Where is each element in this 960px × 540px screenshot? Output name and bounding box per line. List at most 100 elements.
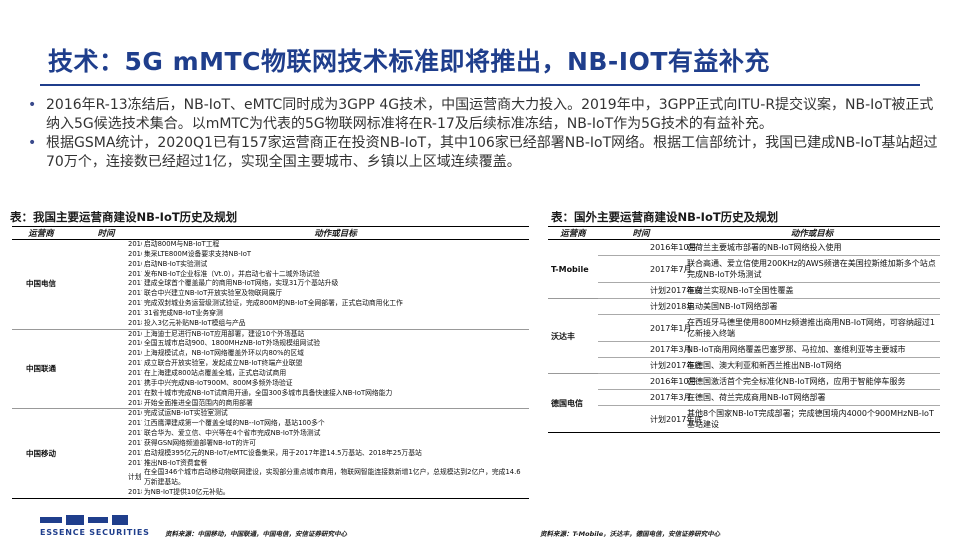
table-row: 2018年为NB-IoT提供10亿元补贴。 [12,488,529,499]
time-cell: 2016年5月 [128,339,142,348]
time-cell: 计划2017年底 [598,405,702,433]
action-cell: 获得GSN网络频道部署NB-IoT的许可 [144,438,256,447]
table-row: 2017年11月在数十城市完成NB-IoT试商用开通，全国300多城市具备快速接… [12,389,529,399]
time-cell: 2016年8月 [128,240,142,248]
company-logo: ESSENCE SECURITIES [40,514,160,540]
bullet-text: 根据GSMA统计，2020Q1已有157家运营商正在投资NB-IoT，其中106… [46,135,938,170]
action-cell: 启动800M与NB-IoT工程 [144,240,220,248]
table-row: 中国电信 2016年8月启动800M与NB-IoT工程 [12,239,529,330]
table-row: 2016年12月上海规模试点，NB-IoT网络覆盖外环以内80%的区域 [12,349,529,359]
action-cell: 上海规模试点，NB-IoT网络覆盖外环以内80%的区域 [144,349,304,358]
bullet-item: • 根据GSMA统计，2020Q1已有157家运营商正在投资NB-IoT，其中1… [20,134,940,172]
operator-cell: 中国联通 [12,329,70,410]
action-cell: 联合华为、爱立信、中兴等在4个省市完成NB-IoT外场测试 [144,429,321,438]
operator-cell: 沃达丰 [548,298,598,374]
action-cell: 为NB-IoT提供10亿元补贴。 [142,488,529,499]
time-cell: 2017年1月 [128,269,142,278]
header-action: 动作或目标 [684,226,940,240]
time-cell: 2017年8月 [128,448,142,457]
action-cell: 推出NB-IoT资费套餐 [144,458,208,467]
time-cell: 2016年12月 [128,349,142,358]
action-cell: 江西鹰潭建成第一个覆盖全域的NB--IoT网络，基站100多个 [144,419,325,428]
bullet-text: 2016年R-13冻结后，NB-IoT、eMTC同时成为3GPP 4G技术，中国… [46,97,934,132]
table-row: 2016年5月全国五城市启动900、1800MHzNB-IoT外场规模组网试验 [12,339,529,349]
table-row: 2017年6月携手中兴完成NB-IoT900M、800M多频外场验证 [12,379,529,389]
time-cell: 2017年4月 [128,429,142,438]
action-cell: 开始全面推进全国范围内的商用部署 [142,398,529,410]
table-row: 2017年4月联合华为、爱立信、中兴等在4个省市完成NB-IoT外场测试 [12,429,529,439]
time-cell: 2017年11月 [128,458,142,467]
header-action: 动作或目标 [142,226,529,240]
table-row: 2017年3月 NB-IoT商用网络覆盖巴塞罗那、马拉加、塞维利亚等主要城市 [548,341,940,358]
table-row: 2017年5月建成全球首个覆盖最广的商用NB-IoT网络，实现31万个基站升级 [12,279,529,289]
foreign-table-container: 运营商 时间 动作或目标 T-Mobile 2016年10月 在荷兰主要城市部署的N… [548,226,940,433]
action-cell: 在数十城市完成NB-IoT试商用开通，全国300多城市具备快速接入NB-IoT网… [144,388,393,397]
table-row: 2017年7月31省完成NB-IoT业务穿测 [12,309,529,319]
table-row: 计划2017年底 在荷兰实现NB-IoT全国性覆盖 [548,282,940,299]
table-row: 2017年6月联合中兴建立NB-IoT开放实验室及物联网展厅 [12,289,529,299]
time-cell: 2017年6月 [128,299,142,308]
time-cell: 计划2017年底 [598,357,702,374]
action-cell: 完成双封城业务运营级测试验证，完成800M的NB-IoT全网部署，正式启动商用化… [144,299,403,308]
time-cell: 2017年6月 [128,438,142,447]
action-cell: 成立联合开放实验室，发起成立NB-IoT终端产业联盟 [144,359,303,368]
action-cell: 携手中兴完成NB-IoT900M、800M多频外场验证 [144,378,293,387]
foreign-table-title: 表：国外主要运营商建设NB-IoT历史及规划 [551,210,779,224]
action-cell: 完成试运NB-IoT实验室测试 [144,409,228,418]
action-cell: 31省完成NB-IoT业务穿测 [144,308,223,317]
bullet-dot-icon: • [28,135,37,151]
time-cell: 2017年6月 [128,289,142,298]
domestic-operator-table: 运营商 时间 动作或目标 中国电信2016年8月启动800M与NB-IoT工程2… [12,226,529,499]
action-cell: 在德国激活首个完全标准化NB-IoT网络，应用于智能停车服务 [684,373,940,390]
action-cell: 投入3亿元补贴NB-IoT模组与产品 [142,318,529,330]
time-cell: 2017年5月 [128,368,142,377]
domestic-table-title: 表：我国主要运营商建设NB-IoT历史及规划 [10,210,238,224]
time-cell: 2017年1月 [128,419,142,428]
table-row: 2017年1月江西鹰潭建成第一个覆盖全域的NB--IoT网络，基站100多个 [12,419,529,429]
table-row: 2017年7月 联合高通、爱立信使用200KHz的AWS频谱在美国拉斯维加斯多个站… [548,255,940,283]
time-cell: 2016年10月 [598,373,697,390]
action-cell: 联合高通、爱立信使用200KHz的AWS频谱在美国拉斯维加斯多个站点完成NB-I… [684,255,940,283]
bullet-item: • 2016年R-13冻结后，NB-IoT、eMTC同时成为3GPP 4G技术，… [20,96,940,134]
table-row: 计划2017年底在全国346个城市启动移动物联网建设，实现部分重点城市商用，物联… [12,468,529,488]
action-cell: 建成全球首个覆盖最广的商用NB-IoT网络，实现31万个基站升级 [144,279,339,288]
time-cell: 2017年6月 [128,378,142,387]
table-row: 德国电信 2016年10月 在德国激活首个完全标准化NB-IoT网络，应用于智能停车… [548,373,940,433]
action-cell: 在荷兰实现NB-IoT全国性覆盖 [684,282,940,299]
table-row: 计划2017年底 在德国、澳大利亚和新西兰推出NB-IoT网络 [548,357,940,374]
time-cell: 2017年7月 [128,308,142,317]
action-cell: 在德国、荷兰完成商用NB-IoT网络部署 [684,389,940,406]
operator-cell: T-Mobile [548,239,598,299]
table-row: 中国联通 2016年4月上海迪士尼进行NB-IoT应用部署，建设10个外场基站 [12,329,529,410]
table-row: T-Mobile 2016年10月 在荷兰主要城市部署的NB-IoT网络投入使用 [548,239,940,299]
table-row: 2018年开始全面推进全国范围内的商用部署 [12,398,529,410]
bullet-dot-icon: • [28,97,37,113]
table-row: 2017年6月完成双封城业务运营级测试验证，完成800M的NB-IoT全网部署，… [12,299,529,309]
action-cell: 全国五城市启动900、1800MHzNB-IoT外场规模组网试验 [144,339,321,348]
table-row: 2017年6月获得GSN网络频道部署NB-IoT的许可 [12,439,529,449]
time-cell: 2016年10月 [598,239,697,256]
logo-text: ESSENCE SECURITIES [40,528,150,537]
slide-title: 技术：5G mMTC物联网技术标准即将推出，NB-IOT有益补充 [48,47,770,76]
table-row: 2016年10月集采LTE800M设备要求支持NB-IoT [12,250,529,260]
logo-mark-icon [40,515,128,525]
header-time: 时间 [598,226,684,240]
time-cell: 2017年5月 [128,279,142,288]
operator-cell: 德国电信 [548,373,598,433]
action-cell: NB-IoT商用网络覆盖巴塞罗那、马拉加、塞维利亚等主要城市 [684,341,940,358]
time-cell: 2017年5月 [128,359,142,368]
time-cell: 2017年11月 [128,388,142,397]
table-row: 2017年5月在上海建成800站点覆盖全城，正式启动试商用 [12,369,529,379]
action-cell: 启动规模395亿元的NB-IoT/eMTC设备集采，用于2017年建14.5万基… [144,448,422,457]
action-cell: 发布NB-IoT企业标准（Vt.0），并启动七省十二城外场试验 [144,269,320,278]
table-header-row: 运营商 时间 动作或目标 [548,226,940,240]
action-cell: 联合中兴建立NB-IoT开放实验室及物联网展厅 [144,289,283,298]
table-row: 2018年投入3亿元补贴NB-IoT模组与产品 [12,318,529,330]
bullet-list: • 2016年R-13冻结后，NB-IoT、eMTC同时成为3GPP 4G技术，… [20,96,940,172]
table-row: 计划2017年底 其他8个国家NB-IoT完成部署；完成德国境内4000个900M… [548,405,940,433]
operator-cell: 中国移动 [12,408,70,499]
time-cell: 2017年1月 [598,314,691,342]
operator-cell: 中国电信 [12,239,70,330]
action-cell: 在上海建成800站点覆盖全城，正式启动试商用 [144,368,287,377]
domestic-table-source: 资料来源：中国移动，中国联通，中国电信，安信证券研究中心 [165,530,347,538]
